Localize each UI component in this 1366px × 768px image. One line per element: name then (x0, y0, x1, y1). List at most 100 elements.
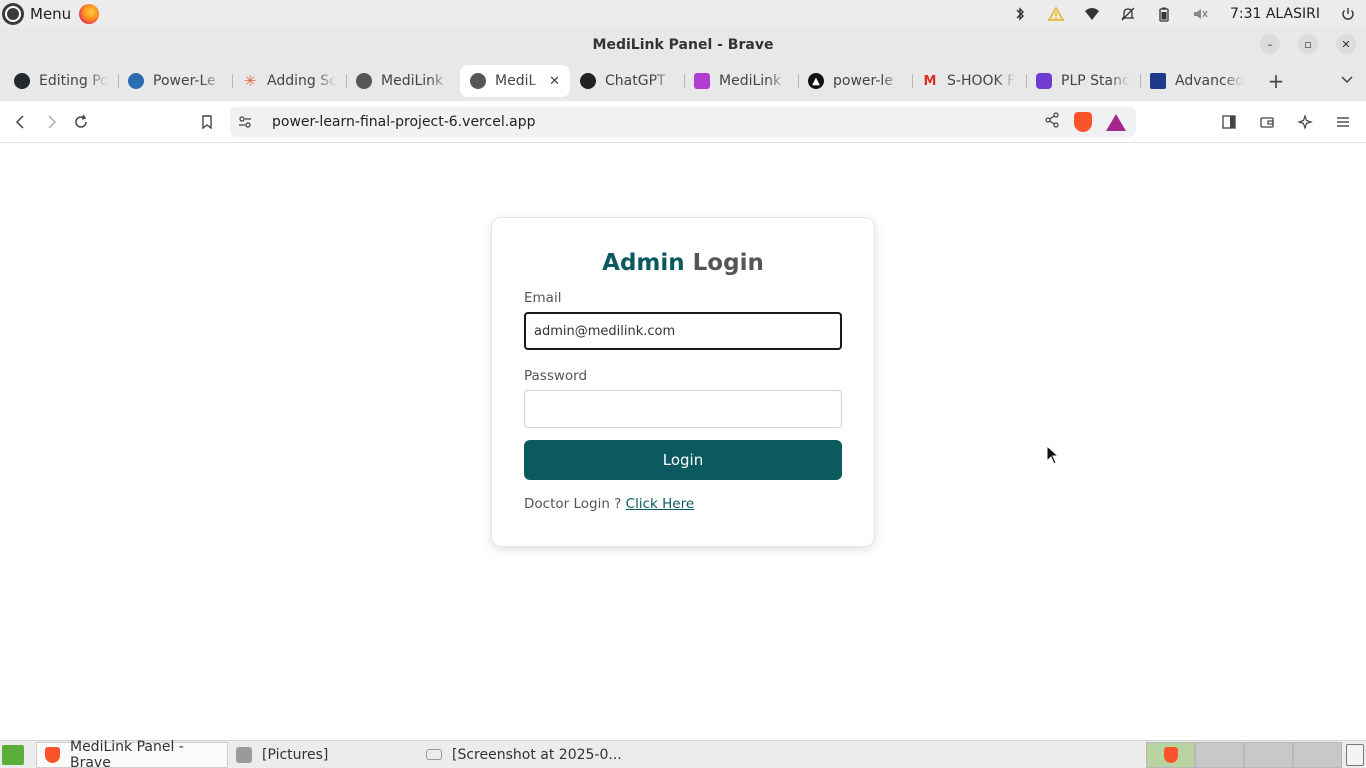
mouse-cursor-icon (1046, 444, 1060, 469)
window-title: MediLink Panel - Brave (592, 36, 774, 53)
brave-rewards-icon[interactable] (1106, 113, 1126, 131)
toolbar-right-actions (1214, 107, 1358, 137)
doctor-login-prompt: Doctor Login ? (524, 496, 622, 512)
github-icon (14, 73, 30, 89)
address-bar[interactable]: power-learn-final-project-6.vercel.app (230, 107, 1136, 137)
folder-icon (236, 746, 252, 763)
taskbar-item-label: [Pictures] (262, 746, 329, 763)
maximize-button[interactable]: ▫ (1298, 34, 1318, 54)
address-bar-actions (1044, 112, 1126, 132)
site-settings-icon[interactable] (232, 107, 258, 137)
email-field[interactable] (524, 312, 842, 350)
taskbar-item-brave[interactable]: MediLink Panel - Brave (36, 738, 228, 768)
tab-chatgpt[interactable]: ChatGPT (570, 65, 684, 97)
email-label: Email (524, 290, 562, 306)
tab-title: PLP Stanc (1061, 73, 1130, 89)
tab-title: MediL (495, 73, 537, 89)
brave-shields-icon[interactable] (1074, 112, 1092, 132)
login-button[interactable]: Login (524, 440, 842, 480)
tab-close-icon[interactable]: ✕ (549, 74, 560, 89)
page-title: Admin Login (524, 250, 842, 276)
sidebar-toggle-icon[interactable] (1214, 107, 1244, 137)
system-menu-label: Menu (30, 5, 72, 23)
tab-claude[interactable]: ✳ Adding Sc (232, 65, 346, 97)
close-window-button[interactable]: ✕ (1336, 34, 1356, 54)
workspace-3[interactable] (1244, 742, 1293, 768)
leo-ai-icon[interactable] (1290, 107, 1320, 137)
trash-icon[interactable] (1346, 744, 1364, 766)
tab-title: Editing Po (39, 73, 108, 89)
bluetooth-icon[interactable] (1012, 6, 1028, 22)
bookmark-icon[interactable] (192, 107, 222, 137)
taskbar: MediLink Panel - Brave [Pictures] [Scree… (0, 738, 1366, 768)
volume-muted-icon[interactable] (1192, 6, 1208, 22)
minimize-button[interactable]: – (1260, 34, 1280, 54)
workspace-4[interactable] (1293, 742, 1342, 768)
taskbar-item-screenshot[interactable]: [Screenshot at 2025-0... (418, 742, 630, 768)
plp-icon (1036, 73, 1052, 89)
workspace-switcher (1146, 742, 1342, 768)
back-button[interactable] (6, 107, 36, 137)
password-field[interactable] (524, 390, 842, 428)
claude-icon: ✳ (243, 72, 257, 90)
gmail-icon: M (923, 73, 937, 89)
tab-list-chevron-icon[interactable] (1340, 73, 1354, 87)
tab-github[interactable]: Editing Po (4, 65, 118, 97)
tab-power-learn[interactable]: Power-Le (118, 65, 232, 97)
ubuntu-logo-icon (2, 3, 24, 25)
doctor-login-link[interactable]: Click Here (626, 496, 694, 512)
system-clock[interactable]: 7:31 ALASIRI (1230, 6, 1320, 22)
show-desktop-button[interactable] (2, 744, 24, 765)
tab-advanced[interactable]: Advanced (1140, 65, 1254, 97)
tab-vercel[interactable]: ▲ power-le (798, 65, 912, 97)
password-label: Password (524, 368, 588, 384)
page-viewport: Admin Login Email Password Login Doctor … (0, 143, 1366, 740)
wifi-icon[interactable] (1084, 6, 1100, 22)
warning-icon[interactable] (1047, 6, 1064, 22)
chatgpt-icon (580, 73, 596, 89)
taskbar-item-label: [Screenshot at 2025-0... (452, 746, 622, 763)
battery-icon[interactable] (1156, 6, 1172, 22)
tab-medilink-1[interactable]: MediLink (346, 65, 460, 97)
workspace-2[interactable] (1195, 742, 1244, 768)
tab-title: Advanced (1175, 73, 1244, 89)
globe-icon (470, 73, 486, 89)
taskbar-item-pictures[interactable]: [Pictures] (228, 742, 418, 768)
brave-icon (45, 746, 60, 763)
tab-plp[interactable]: PLP Stanc (1026, 65, 1140, 97)
page-title-rest: Login (692, 250, 764, 276)
tab-title: Power-Le (153, 73, 216, 89)
brave-icon (1163, 747, 1178, 763)
forward-button[interactable] (36, 107, 66, 137)
tab-medilink-2[interactable]: MediLink (684, 65, 798, 97)
system-panel: Menu 7:31 ALASIRI (0, 0, 1366, 28)
tab-strip: Editing Po Power-Le ✳ Adding Sc MediLink… (0, 61, 1366, 101)
notifications-muted-icon[interactable] (1120, 6, 1136, 22)
share-icon[interactable] (1044, 112, 1060, 132)
system-menu-button[interactable]: Menu (0, 0, 100, 28)
tab-title: power-le (833, 73, 893, 89)
tab-gmail[interactable]: M S-HOOK F (912, 65, 1026, 97)
tab-title: MediLink (381, 73, 444, 89)
tab-medilink-active[interactable]: MediL ✕ (460, 65, 570, 97)
powerlearn-icon (128, 73, 144, 89)
globe-icon (356, 73, 372, 89)
doctor-login-row: Doctor Login ? Click Here (524, 496, 842, 512)
new-tab-button[interactable]: + (1264, 69, 1288, 93)
bank-icon (1150, 73, 1166, 89)
page-title-accent: Admin (602, 250, 685, 276)
wallet-icon[interactable] (1252, 107, 1282, 137)
main-menu-icon[interactable] (1328, 107, 1358, 137)
tab-title: MediLink (719, 73, 782, 89)
taskbar-item-label: MediLink Panel - Brave (69, 738, 184, 768)
workspace-1[interactable] (1146, 742, 1195, 768)
firefox-launcher-icon[interactable] (79, 4, 100, 24)
reload-button[interactable] (66, 107, 96, 137)
image-viewer-icon (426, 749, 442, 760)
power-icon[interactable] (1340, 6, 1356, 22)
browser-toolbar: power-learn-final-project-6.vercel.app (0, 101, 1366, 143)
login-card: Admin Login Email Password Login Doctor … (491, 217, 875, 547)
medilink-icon (694, 73, 710, 89)
window-titlebar[interactable]: MediLink Panel - Brave – ▫ ✕ (0, 28, 1366, 61)
tab-title: ChatGPT (605, 73, 666, 89)
